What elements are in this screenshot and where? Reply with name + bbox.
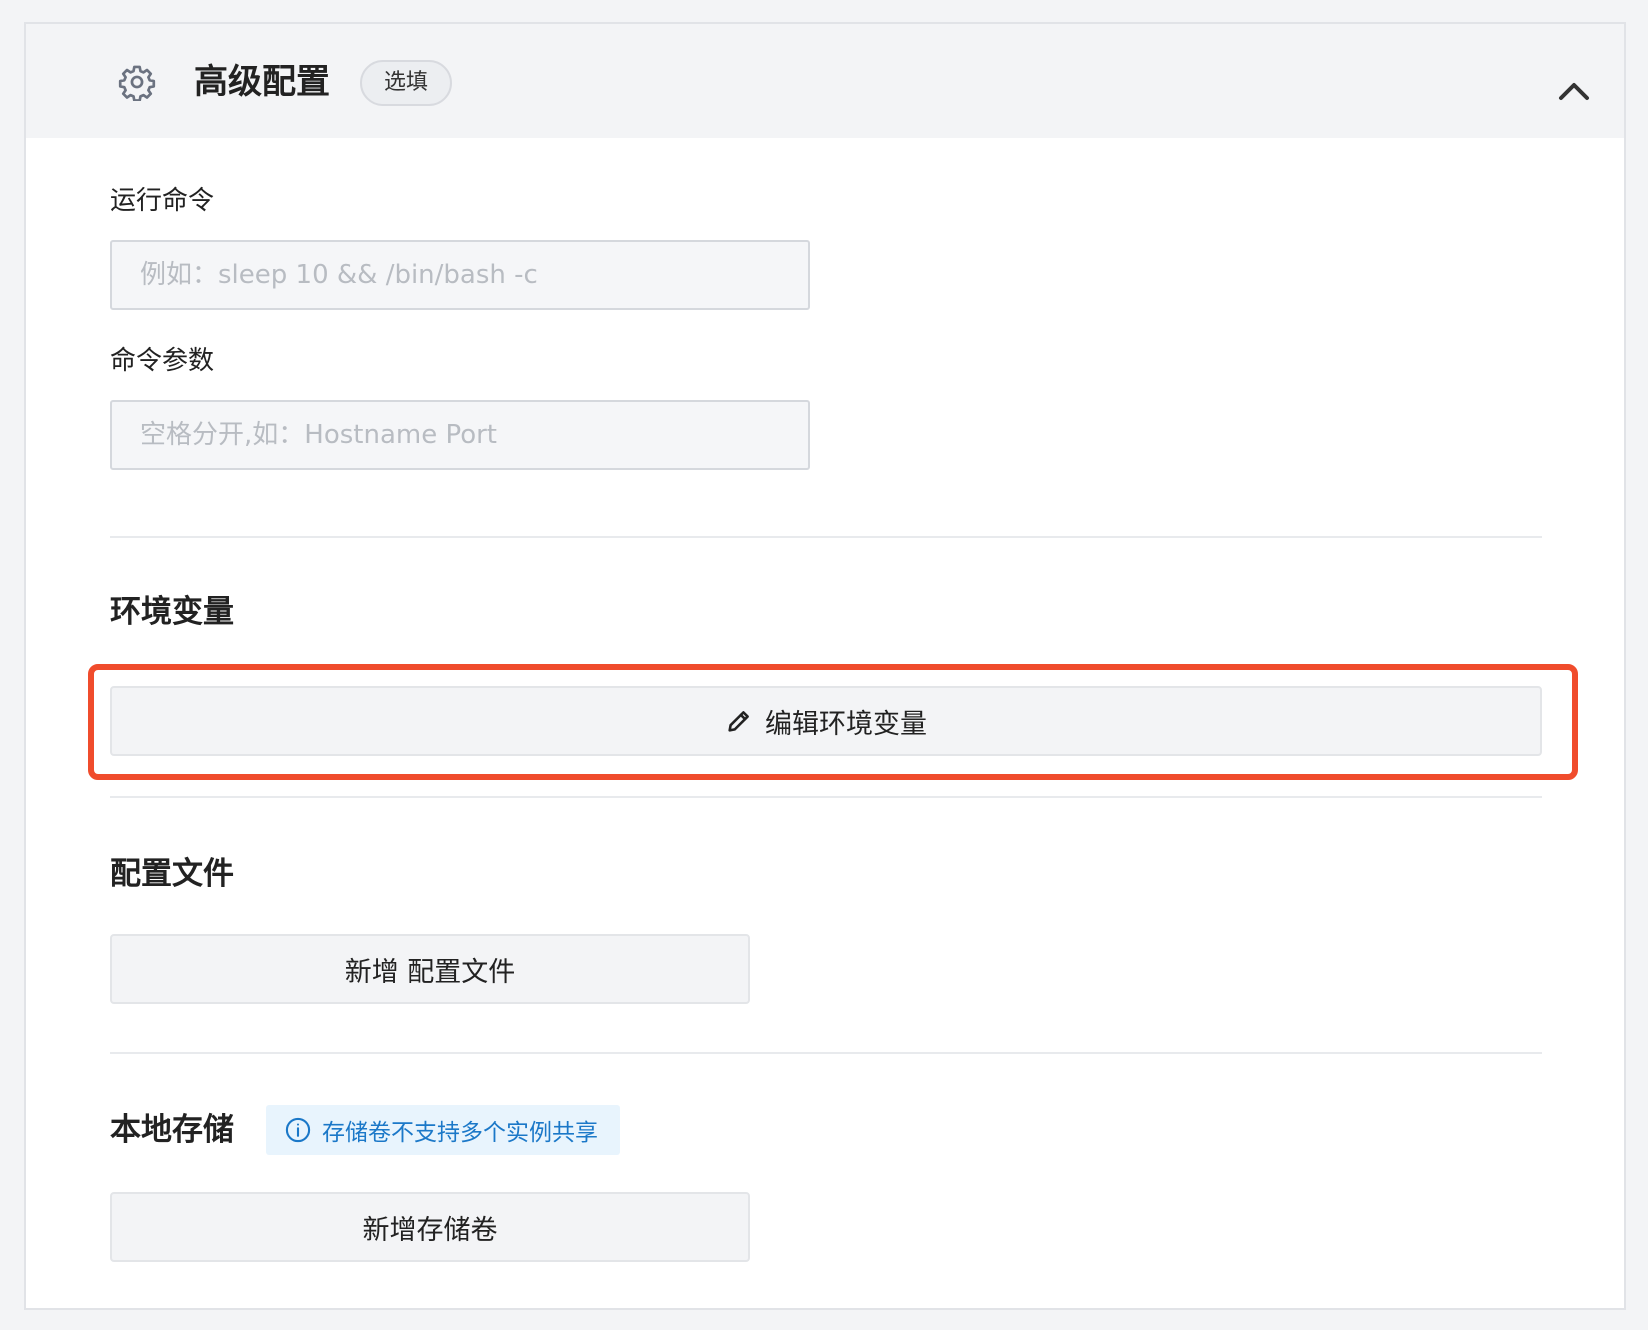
command-args-label: 命令参数 [110, 346, 215, 376]
add-config-file-button[interactable]: 新增 配置文件 [110, 934, 750, 1004]
storage-tip-text: 存储卷不支持多个实例共享 [322, 1120, 598, 1146]
chevron-up-icon[interactable] [1554, 76, 1594, 106]
run-command-label: 运行命令 [110, 186, 215, 216]
edit-env-button[interactable]: 编辑环境变量 [110, 686, 1542, 756]
pencil-icon [728, 711, 749, 732]
section-title-local-storage: 本地存储 [110, 1112, 234, 1148]
section-title-advanced: 高级配置 [194, 62, 330, 102]
divider [110, 1052, 1542, 1054]
add-config-file-label: 新增 配置文件 [344, 956, 516, 988]
section-title-config-files: 配置文件 [110, 856, 234, 892]
info-icon [285, 1117, 311, 1143]
section-title-env: 环境变量 [110, 594, 234, 630]
advanced-config-panel: 高级配置 选填 运行命令 命令参数 环境变量 编辑环境变量 配置文件 新增 配置… [24, 22, 1626, 1310]
panel-header[interactable]: 高级配置 选填 [26, 24, 1624, 138]
divider [110, 536, 1542, 538]
divider [110, 796, 1542, 798]
add-volume-button[interactable]: 新增存储卷 [110, 1192, 750, 1262]
gear-icon [118, 65, 156, 101]
add-volume-label: 新增存储卷 [362, 1214, 498, 1246]
run-command-input[interactable] [110, 240, 810, 310]
optional-badge: 选填 [360, 60, 453, 106]
command-args-input[interactable] [110, 400, 810, 470]
edit-env-button-label: 编辑环境变量 [765, 708, 927, 740]
storage-info-tip: 存储卷不支持多个实例共享 [266, 1105, 620, 1155]
